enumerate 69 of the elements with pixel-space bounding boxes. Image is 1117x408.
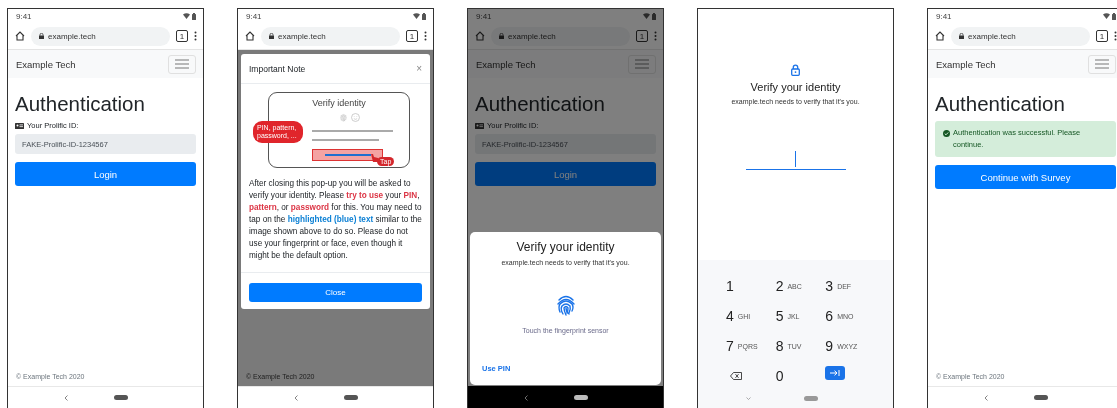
wifi-icon [183, 13, 190, 19]
back-icon[interactable] [984, 394, 988, 401]
address-bar[interactable]: example.tech [491, 26, 630, 46]
tab-count-button[interactable]: 1 [1096, 30, 1108, 42]
battery-icon [422, 12, 426, 20]
lock-icon [39, 33, 44, 39]
close-button[interactable]: × [416, 63, 422, 74]
back-icon[interactable] [64, 394, 68, 401]
status-time: 9:41 [936, 11, 952, 21]
login-button[interactable]: Login [15, 162, 196, 186]
home-icon[interactable] [935, 31, 945, 41]
status-time: 9:41 [246, 11, 262, 21]
wifi-icon [643, 13, 650, 19]
id-card-icon [15, 122, 24, 129]
continue-button[interactable]: Continue with Survey [935, 165, 1116, 189]
lock-icon [959, 33, 964, 39]
wifi-icon [1103, 13, 1110, 19]
keypad-key[interactable]: 1 [726, 274, 734, 298]
address-bar[interactable]: example.tech [951, 26, 1090, 46]
sheet-title: Verify your identity [516, 240, 615, 254]
home-icon[interactable] [245, 31, 255, 41]
tab-count-button[interactable]: 1 [176, 30, 188, 42]
highlight-box [312, 149, 383, 161]
site-brand[interactable]: Example Tech [936, 58, 996, 70]
back-icon[interactable] [294, 394, 298, 401]
battery-icon [1112, 12, 1116, 20]
home-pill-icon[interactable] [1034, 395, 1048, 400]
check-circle-icon [943, 129, 950, 137]
battery-icon [192, 12, 196, 20]
close-modal-button[interactable]: Close [249, 283, 422, 302]
status-time: 9:41 [16, 11, 32, 21]
illustration-title: Verify identity [311, 98, 367, 108]
wifi-icon [413, 13, 420, 19]
home-pill-icon[interactable] [344, 395, 358, 400]
lock-icon [499, 33, 504, 39]
home-pill-icon[interactable] [574, 395, 588, 400]
fingerprint-icon [339, 113, 348, 122]
face-icon [351, 113, 360, 122]
page-heading: Authentication [935, 92, 1066, 116]
more-icon[interactable] [424, 31, 427, 41]
id-card-icon [475, 122, 484, 129]
lock-icon [791, 64, 800, 76]
home-pill-icon[interactable] [114, 395, 128, 400]
keypad-key[interactable]: 0 [775, 364, 784, 388]
tab-count-button[interactable]: 1 [406, 30, 418, 42]
battery-icon [652, 12, 656, 20]
enter-key[interactable] [825, 366, 846, 380]
address-bar[interactable]: example.tech [31, 26, 170, 46]
site-brand[interactable]: Example Tech [476, 58, 536, 70]
more-icon[interactable] [194, 31, 197, 41]
modal-title: Important Note [249, 63, 306, 74]
menu-icon [1095, 59, 1109, 69]
menu-icon [635, 59, 649, 69]
arrow-icon [830, 370, 841, 376]
pin-input-field[interactable] [745, 151, 846, 170]
more-icon[interactable] [1114, 31, 1117, 41]
page-heading: Authentication [475, 92, 606, 116]
home-icon[interactable] [15, 31, 25, 41]
page-heading: Authentication [15, 92, 146, 116]
status-time: 9:41 [476, 11, 492, 21]
pin-title: Verify your identity [750, 81, 841, 93]
menu-icon [175, 59, 189, 69]
lock-icon [269, 33, 274, 39]
backspace-icon [730, 372, 742, 380]
tab-count-button[interactable]: 1 [636, 30, 648, 42]
back-icon[interactable] [524, 394, 528, 401]
address-bar[interactable]: example.tech [261, 26, 400, 46]
instruction-paragraph: After closing this pop-up you will be asked to verify your identity. Please try to use your PIN, pattern, or password for this. You may need to tap on the highlighted (blue) text similar to the image shown above to do so. Please do not use your fingerprint or face, even though it might be the default option. [249, 178, 422, 262]
site-brand[interactable]: Example Tech [16, 58, 76, 70]
